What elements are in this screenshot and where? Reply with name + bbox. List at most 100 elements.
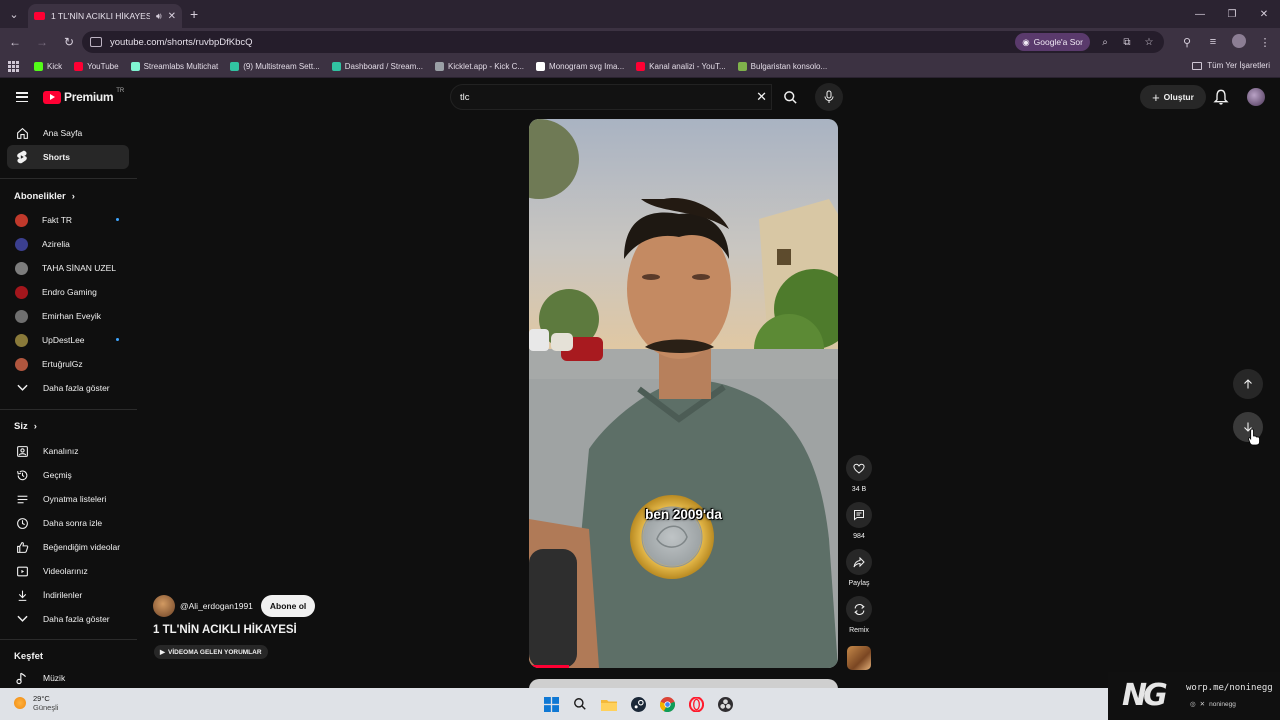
youtube-premium-logo[interactable]: Premium TR xyxy=(43,88,124,104)
bookmark-item[interactable]: Monogram svg Ima... xyxy=(536,62,624,71)
sidebar-you-more[interactable]: Daha fazla göster xyxy=(7,607,129,631)
obs-icon[interactable] xyxy=(715,694,735,714)
reload-button[interactable]: ↻ xyxy=(57,30,81,54)
sidebar-item-label: Daha fazla göster xyxy=(43,383,110,393)
bookmark-item[interactable]: Kick xyxy=(34,62,62,71)
bookmark-item[interactable]: (9) Multistream Sett... xyxy=(230,62,320,71)
sidebar-item-label: Endro Gaming xyxy=(42,287,97,297)
google-sor-button[interactable]: ◉ Google'a Sor xyxy=(1015,33,1090,51)
minimize-button[interactable]: — xyxy=(1184,0,1216,28)
forward-button[interactable]: → xyxy=(30,30,54,54)
sidebar-item-music[interactable]: Müzik xyxy=(7,666,129,687)
create-button[interactable]: + Oluştur xyxy=(1140,85,1206,109)
clear-search-icon[interactable]: ✕ xyxy=(756,89,767,105)
subscribe-button[interactable]: Abone ol xyxy=(260,595,316,617)
bookmark-star-icon[interactable]: ☆ xyxy=(1142,37,1156,48)
notifications-bell-icon[interactable] xyxy=(1213,88,1229,106)
sidebar-item-playlist[interactable]: Oynatma listeleri xyxy=(7,487,129,511)
chevron-down-icon xyxy=(15,612,29,626)
sidebar-subscription-item[interactable]: Endro Gaming xyxy=(7,280,129,304)
share-label: Paylaş xyxy=(848,580,870,587)
tab-search-button[interactable]: ⌄ xyxy=(3,3,25,25)
bookmark-item[interactable]: Streamlabs Multichat xyxy=(130,62,218,71)
related-video-label: VİDEOMA GELEN YORUMLAR xyxy=(168,648,262,656)
sidebar-item-label: UpDestLee xyxy=(42,335,85,345)
bookmark-item[interactable]: Kicklet.app - Kick C... xyxy=(435,62,524,71)
media-controls-icon[interactable]: ≡ xyxy=(1204,36,1222,48)
bookmark-item[interactable]: Kanal analizi - YouT... xyxy=(636,62,726,71)
voice-search-button[interactable] xyxy=(815,83,843,111)
bookmark-favicon-icon xyxy=(435,62,444,71)
search-icon xyxy=(783,90,797,104)
weather-temp: 29°C xyxy=(33,694,50,703)
sidebar-item-watch-later[interactable]: Daha sonra izle xyxy=(7,511,129,535)
close-window-button[interactable]: ✕ xyxy=(1248,0,1280,28)
profile-icon[interactable] xyxy=(1230,33,1248,51)
search-button[interactable] xyxy=(774,84,806,110)
search-box[interactable]: tlc ✕ xyxy=(450,84,772,110)
watermark-handle: noninegg xyxy=(1209,700,1236,708)
previous-short-button[interactable] xyxy=(1233,369,1263,399)
sidebar-subscription-item[interactable]: UpDestLee xyxy=(7,328,129,352)
tab-audio-icon[interactable]: 🔊︎ xyxy=(156,11,162,22)
channel-avatar xyxy=(15,237,28,251)
you-header[interactable]: Siz › xyxy=(14,421,37,432)
bookmark-item[interactable]: Bulgaristan konsolo... xyxy=(737,62,827,71)
account-avatar[interactable] xyxy=(1247,88,1265,106)
search-input[interactable]: tlc xyxy=(460,92,756,103)
video-progress-bar[interactable] xyxy=(529,665,570,668)
extensions-icon[interactable]: ⚲ xyxy=(1178,36,1196,49)
sidebar-subscription-item[interactable]: Azirelia xyxy=(7,232,129,256)
share-button[interactable] xyxy=(846,549,872,575)
url-text: youtube.com/shorts/ruvbpDfKbcQ xyxy=(110,36,253,48)
steam-icon[interactable] xyxy=(628,694,648,714)
site-info-icon[interactable] xyxy=(90,37,102,47)
arrow-up-icon xyxy=(1244,379,1252,389)
sound-thumbnail[interactable] xyxy=(847,646,871,670)
sidebar-item-like[interactable]: Beğendiğim videolar xyxy=(7,535,129,559)
weather-widget[interactable]: 29°C Güneşli xyxy=(14,694,58,712)
sidebar-subscription-item[interactable]: Fakt TR xyxy=(7,208,129,232)
opera-icon[interactable] xyxy=(686,694,706,714)
bookmark-item[interactable]: YouTube xyxy=(74,62,119,71)
install-app-icon[interactable]: ⧉ xyxy=(1120,37,1134,48)
sidebar-item-shorts[interactable]: Shorts xyxy=(7,145,129,169)
sidebar-subscription-item[interactable]: Emirhan Eveyik xyxy=(7,304,129,328)
channel-avatar[interactable] xyxy=(153,595,175,617)
subscriptions-header-label: Abonelikler xyxy=(14,191,66,202)
chrome-icon[interactable] xyxy=(657,694,677,714)
zoom-icon[interactable]: ⌕ xyxy=(1098,37,1112,48)
back-button[interactable]: ← xyxy=(3,30,27,54)
active-tab[interactable]: 1 TL'NİN ACIKLI HİKAYESİ - 🔊︎ ✕ xyxy=(28,4,182,28)
channel-name[interactable]: @Ali_erdogan1991 xyxy=(180,601,253,611)
sidebar-item-videos[interactable]: Videolarınız xyxy=(7,559,129,583)
sidebar-item-channel[interactable]: Kanalınız xyxy=(7,439,129,463)
shorts-video-player[interactable]: ben 2009'da xyxy=(529,119,838,668)
remix-button[interactable] xyxy=(846,596,872,622)
sidebar-subs-more[interactable]: Daha fazla göster xyxy=(7,376,129,400)
file-explorer-icon[interactable] xyxy=(599,694,619,714)
subscriptions-header[interactable]: Abonelikler › xyxy=(14,191,75,202)
menu-kebab-icon[interactable]: ⋮ xyxy=(1256,36,1274,49)
you-header-label: Siz xyxy=(14,421,28,432)
sidebar-item-history[interactable]: Geçmiş xyxy=(7,463,129,487)
sidebar-subscription-item[interactable]: TAHA SİNAN UZEL xyxy=(7,256,129,280)
address-bar[interactable]: youtube.com/shorts/ruvbpDfKbcQ ◉ Google'a… xyxy=(82,31,1164,53)
comments-button[interactable] xyxy=(846,502,872,528)
menu-hamburger-icon[interactable] xyxy=(16,92,28,102)
sidebar-item-download[interactable]: İndirilenler xyxy=(7,583,129,607)
related-video-chip[interactable]: ▶ VİDEOMA GELEN YORUMLAR xyxy=(154,645,268,659)
bookmark-item[interactable]: Dashboard / Stream... xyxy=(331,62,423,71)
all-bookmarks-button[interactable]: Tüm Yer İşaretleri xyxy=(1192,61,1270,70)
like-button[interactable] xyxy=(846,455,872,481)
tab-close-icon[interactable]: ✕ xyxy=(168,11,176,22)
search-icon[interactable] xyxy=(570,694,590,714)
windows-start-icon[interactable] xyxy=(541,694,561,714)
restore-button[interactable]: ❐ xyxy=(1216,0,1248,28)
playlist-icon xyxy=(15,492,29,506)
new-tab-button[interactable]: + xyxy=(190,6,198,22)
sidebar-item-home[interactable]: Ana Sayfa xyxy=(7,121,129,145)
sidebar-subscription-item[interactable]: ErtuğrulGz xyxy=(7,352,129,376)
bookmark-favicon-icon xyxy=(34,62,43,71)
apps-grid-icon[interactable] xyxy=(8,60,20,73)
